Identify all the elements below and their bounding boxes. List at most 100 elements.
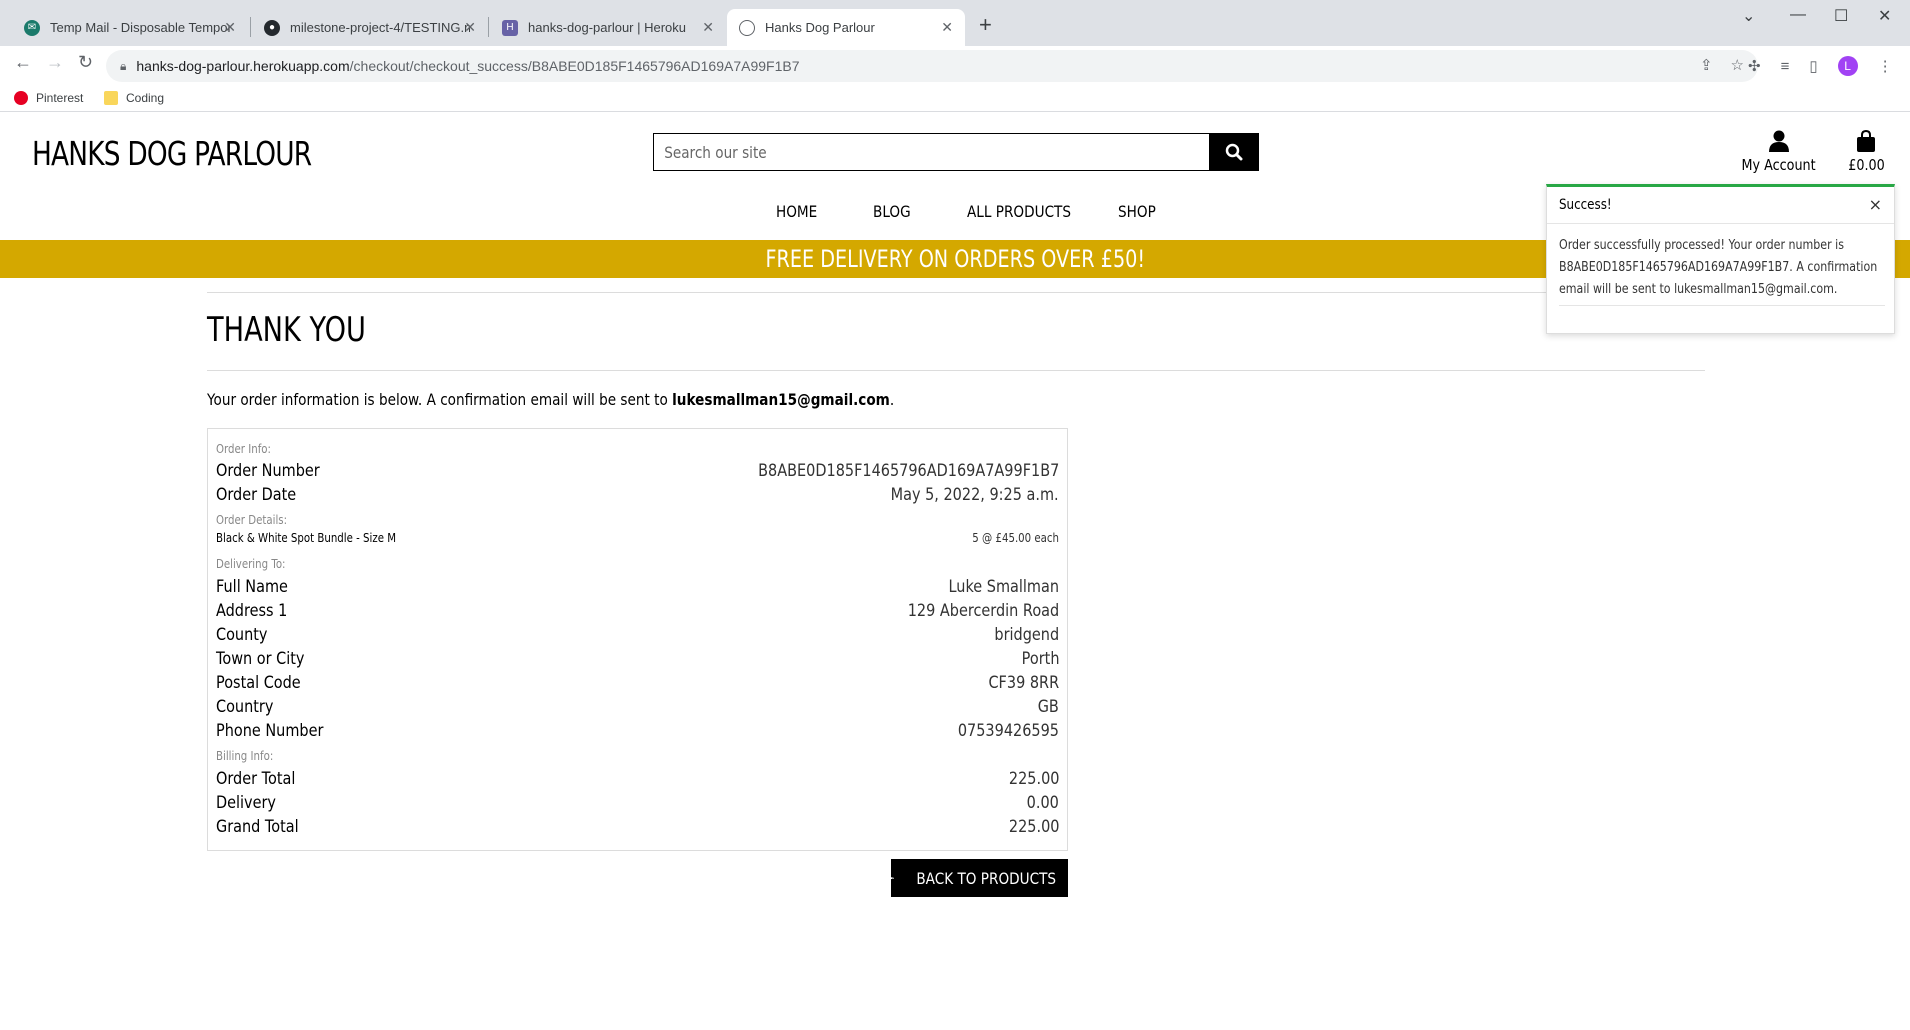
site: HANKS DOG PARLOUR My Account £0.00 HOME … (0, 112, 1910, 1030)
forward-icon[interactable]: → (46, 52, 64, 73)
toast-divider (1559, 305, 1885, 306)
intro-end: . (889, 390, 895, 409)
profile-avatar[interactable]: L (1837, 56, 1858, 76)
back-button-label: BACK TO PRODUCTS (915, 868, 1056, 888)
grand-total-row: Grand Total 225.00 (216, 817, 1059, 837)
grand-total-value: 225.00 (1008, 817, 1059, 837)
tab-title: milestone-project-4/TESTING.md (290, 20, 470, 35)
row-label: Postal Code (216, 673, 301, 693)
lock-icon[interactable]: 🔒︎ (120, 59, 126, 74)
order-number-value: B8ABE0D185F1465796AD169A7A99F1B7 (757, 461, 1059, 481)
share-icon[interactable]: ⇪ (1700, 56, 1713, 74)
back-icon[interactable]: ← (14, 52, 32, 73)
close-tab-icon[interactable]: ✕ (224, 19, 236, 36)
github-icon: ● (264, 19, 280, 36)
browser-toolbar: ← → ↻ 🔒︎ hanks-dog-parlour.herokuapp.com… (0, 46, 1910, 86)
phone-value: 07539426595 (957, 721, 1059, 741)
phone-row: Phone Number 07539426595 (216, 721, 1059, 741)
browser-tab-active[interactable]: Hanks Dog Parlour ✕ (727, 9, 965, 46)
row-label: Grand Total (216, 817, 299, 837)
browser-tab[interactable]: ● milestone-project-4/TESTING.md ✕ (252, 9, 488, 46)
browser-tab[interactable]: ✉ Temp Mail - Disposable Tempora ✕ (12, 9, 248, 46)
globe-icon (739, 19, 755, 36)
postcode-value: CF39 8RR (988, 673, 1059, 693)
search-form (653, 133, 1259, 171)
toast-close-icon[interactable]: × (1869, 195, 1882, 214)
intro-text: Your order information is below. A confi… (207, 390, 673, 409)
cart-link[interactable]: £0.00 (1845, 129, 1888, 174)
bookmark-pinterest[interactable]: Pinterest (14, 91, 83, 105)
row-label: County (216, 625, 268, 645)
url-text: hanks-dog-parlour.herokuapp.com/checkout… (136, 58, 799, 74)
close-tab-icon[interactable]: ✕ (702, 19, 714, 36)
my-account-link[interactable]: My Account (1735, 130, 1822, 174)
browser-tabstrip: ✉ Temp Mail - Disposable Tempora ✕ ● mil… (0, 0, 1910, 46)
store-icon (891, 877, 894, 879)
menu-kebab-icon[interactable]: ⋮ (1878, 57, 1893, 75)
country-value: GB (1037, 697, 1059, 717)
row-label: Order Date (216, 485, 297, 505)
row-label: Order Number (216, 461, 320, 481)
extensions-puzzle-icon[interactable]: ✣ (1748, 57, 1761, 75)
close-tab-icon[interactable]: ✕ (941, 19, 953, 36)
browser-tab[interactable]: H hanks-dog-parlour | Heroku ✕ (490, 9, 726, 46)
close-tab-icon[interactable]: ✕ (464, 19, 476, 36)
folder-icon (104, 91, 118, 105)
bookmark-coding-folder[interactable]: Coding (104, 91, 164, 105)
tempmail-icon: ✉ (24, 19, 40, 36)
shopping-bag-icon (1857, 129, 1876, 152)
tab-separator (488, 17, 489, 37)
confirmation-intro: Your order information is below. A confi… (207, 390, 894, 409)
bookmarks-bar: Pinterest Coding (0, 86, 1910, 112)
cart-total: £0.00 (1848, 156, 1885, 174)
nav-all-products[interactable]: ALL PRODUCTS (967, 202, 1071, 221)
nav-shop[interactable]: SHOP (1118, 202, 1156, 221)
account-label: My Account (1741, 156, 1816, 174)
county-row: County bridgend (216, 625, 1059, 645)
url-host: hanks-dog-parlour.herokuapp.com (136, 58, 350, 74)
delivery-value: 0.00 (1026, 793, 1059, 813)
section-label: Order Details: (216, 513, 288, 527)
row-label: Full Name (216, 577, 288, 597)
intro-email: lukesmallman15@gmail.com (672, 390, 890, 409)
nav-home[interactable]: HOME (776, 202, 817, 221)
order-date-value: May 5, 2022, 9:25 a.m. (891, 485, 1059, 505)
county-value: bridgend (994, 625, 1059, 645)
minimize-icon[interactable]: — (1790, 6, 1806, 24)
search-button[interactable] (1209, 133, 1259, 171)
close-window-icon[interactable]: ✕ (1878, 6, 1891, 26)
tab-title: Hanks Dog Parlour (765, 20, 875, 35)
order-total-value: 225.00 (1008, 769, 1059, 789)
banner-text: FREE DELIVERY ON ORDERS OVER £50! (765, 245, 1145, 273)
section-label: Billing Info: (216, 749, 274, 763)
url-path: /checkout/checkout_success/B8ABE0D185F14… (349, 58, 800, 74)
back-to-products-button[interactable]: BACK TO PRODUCTS (891, 859, 1068, 897)
section-label-delivering: Delivering To: (216, 557, 1059, 571)
row-label: Country (216, 697, 274, 717)
toast-title: Success! (1559, 197, 1612, 213)
search-icon (1225, 143, 1243, 161)
address-bar[interactable]: 🔒︎ hanks-dog-parlour.herokuapp.com/check… (106, 50, 1758, 82)
bookmark-star-icon[interactable]: ☆ (1731, 56, 1744, 74)
toast-divider (1547, 223, 1894, 224)
success-toast: Success! × Order successfully processed!… (1546, 184, 1895, 334)
search-input[interactable] (654, 134, 1126, 170)
order-date-row: Order Date May 5, 2022, 9:25 a.m. (216, 485, 1059, 505)
tab-search-icon[interactable]: ⌄ (1742, 6, 1755, 26)
full-name-value: Luke Smallman (948, 577, 1059, 597)
new-tab-icon[interactable]: + (979, 12, 992, 38)
row-label: Address 1 (216, 601, 288, 621)
side-panel-icon[interactable]: ▯ (1809, 57, 1817, 75)
bookmark-label: Pinterest (36, 91, 84, 105)
row-label: Town or City (216, 649, 305, 669)
maximize-icon[interactable]: ☐ (1834, 6, 1848, 26)
reload-icon[interactable]: ↻ (78, 52, 93, 73)
address1-row: Address 1 129 Abercerdin Road (216, 601, 1059, 621)
media-control-icon[interactable]: ≡ (1781, 58, 1790, 75)
site-logo[interactable]: HANKS DOG PARLOUR (32, 134, 312, 173)
divider (207, 292, 1705, 293)
section-label-order-info: Order Info: (216, 442, 1059, 456)
toast-message: Order successfully processed! Your order… (1559, 238, 1878, 297)
pinterest-icon (14, 91, 28, 105)
nav-blog[interactable]: BLOG (873, 202, 911, 221)
